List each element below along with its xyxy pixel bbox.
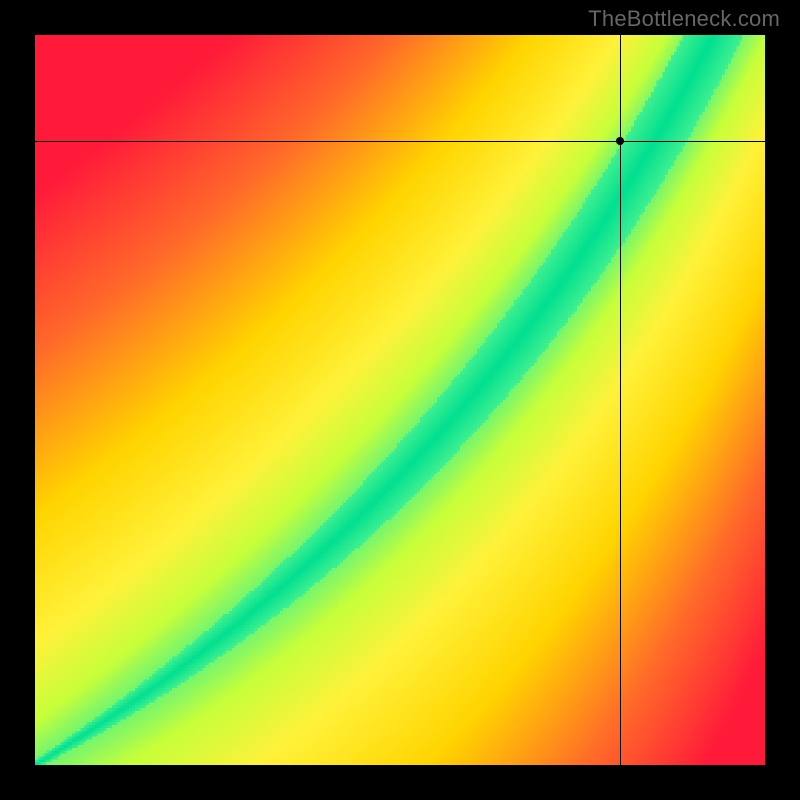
frame: TheBottleneck.com	[0, 0, 800, 800]
heatmap-plot	[35, 35, 765, 765]
watermark-text: TheBottleneck.com	[588, 6, 780, 32]
heatmap-canvas	[35, 35, 765, 765]
